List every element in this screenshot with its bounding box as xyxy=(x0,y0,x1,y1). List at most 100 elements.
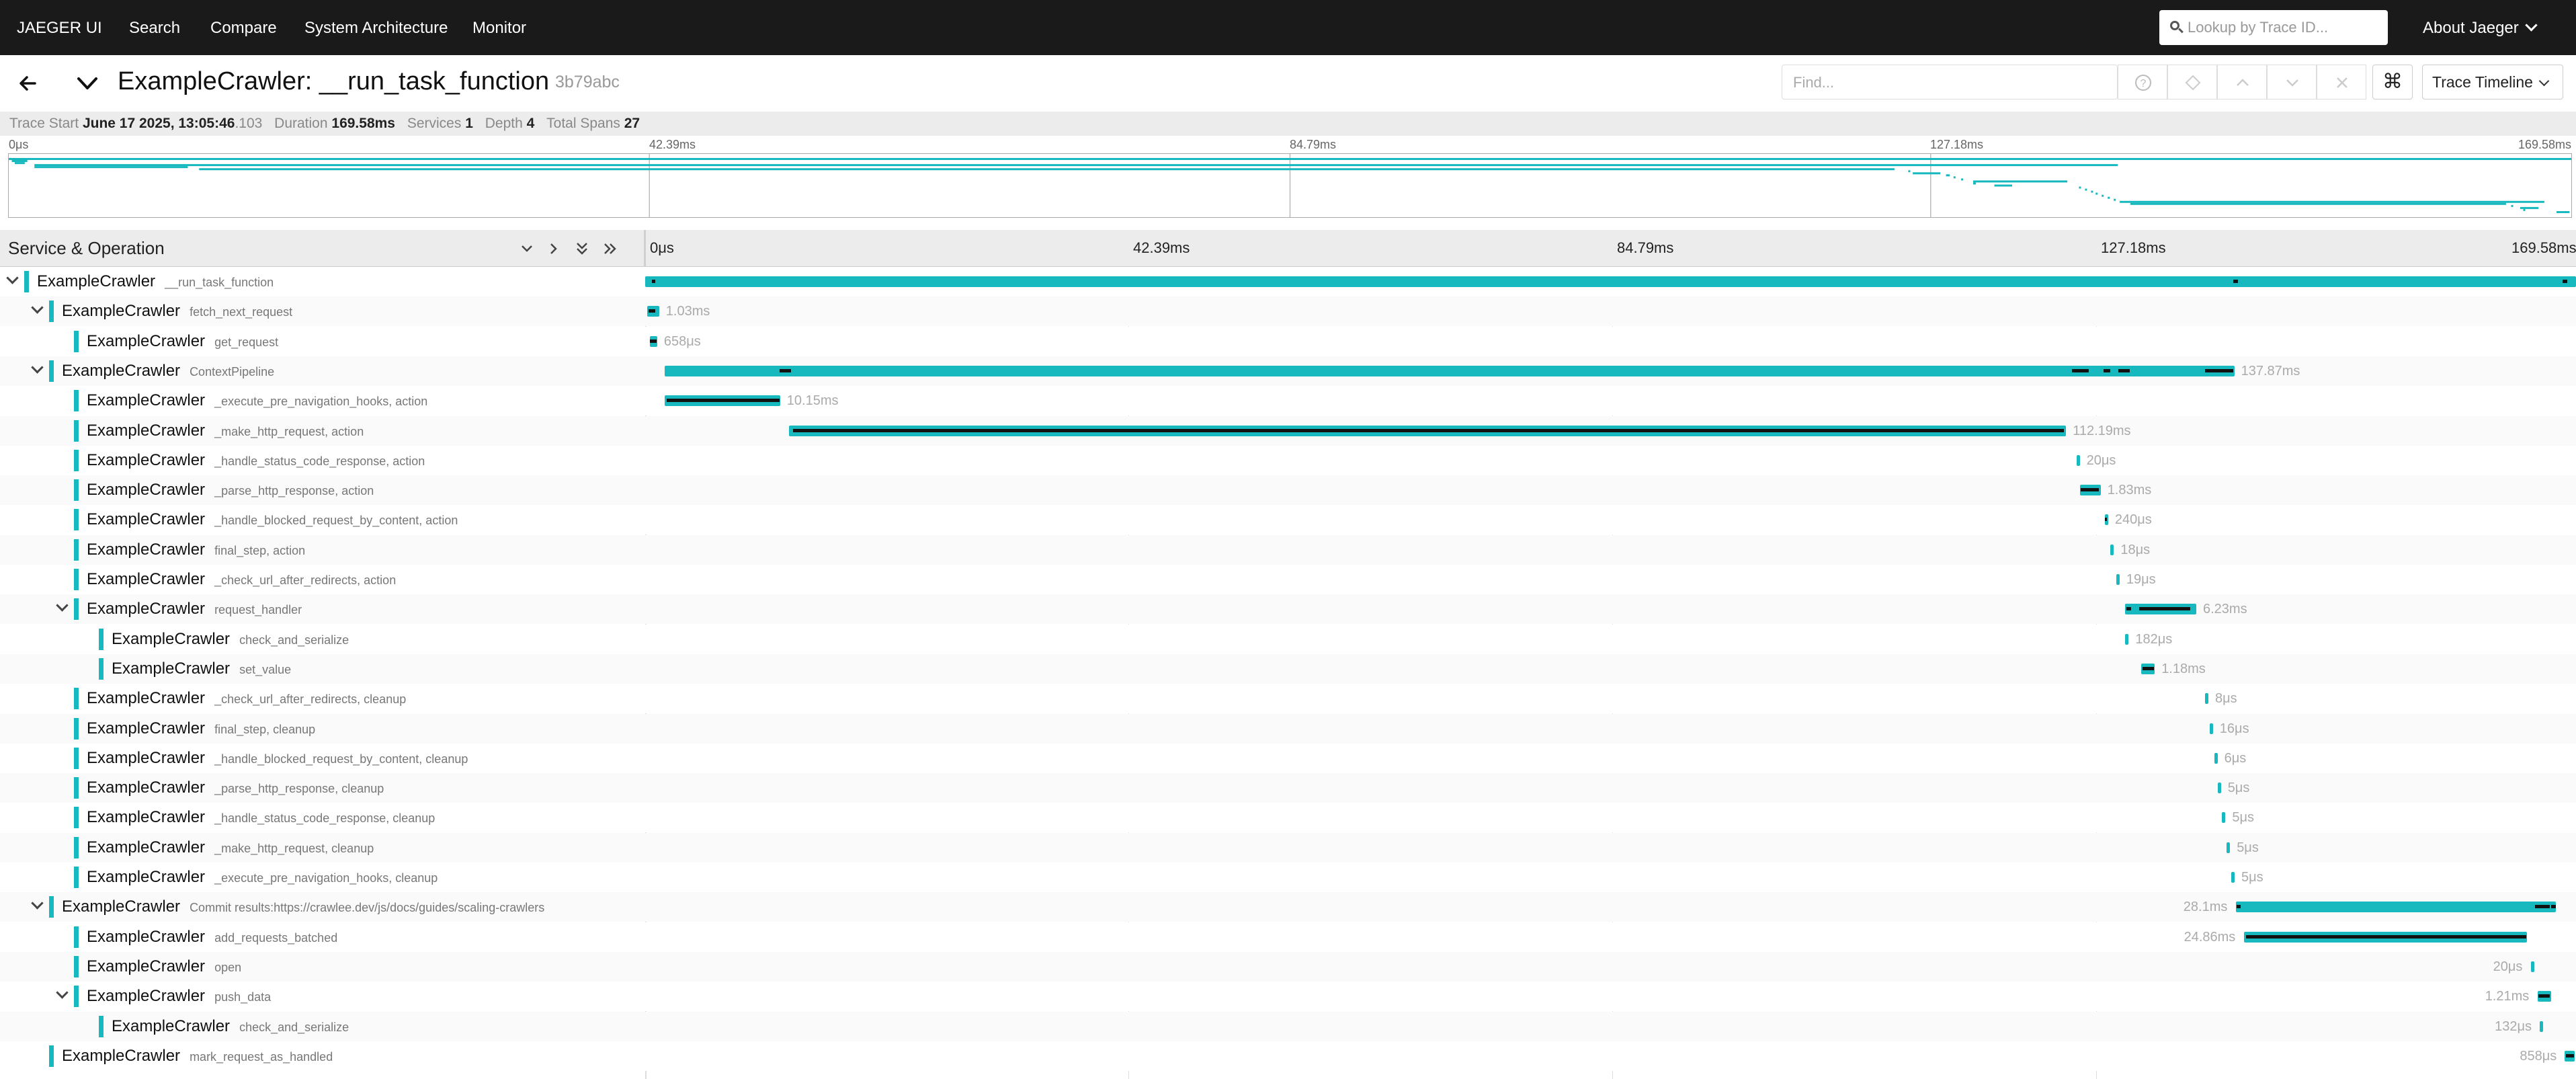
span-name-cell[interactable]: ExampleCrawler add_requests_batched xyxy=(0,922,644,952)
span-row[interactable]: ExampleCrawler fetch_next_request 1.03ms xyxy=(0,296,2576,326)
nav-system-architecture[interactable]: System Architecture xyxy=(304,19,448,38)
span-row[interactable]: ExampleCrawler open 20μs xyxy=(0,952,2576,982)
span-bar[interactable] xyxy=(2076,455,2080,466)
span-row[interactable]: ExampleCrawler _parse_http_response, acti… xyxy=(0,475,2576,505)
next-result-button[interactable] xyxy=(2267,65,2317,99)
span-name-cell[interactable]: ExampleCrawler set_value xyxy=(0,654,644,684)
span-bar[interactable] xyxy=(664,366,2235,376)
span-row[interactable]: ExampleCrawler _handle_blocked_request_by… xyxy=(0,744,2576,773)
expand-toggle-icon[interactable] xyxy=(31,361,44,374)
span-row[interactable]: ExampleCrawler _execute_pre_navigation_ho… xyxy=(0,386,2576,415)
span-name-cell[interactable]: ExampleCrawler Commit results:https://cra… xyxy=(0,892,644,922)
span-name-cell[interactable]: ExampleCrawler _parse_http_response, clea… xyxy=(0,773,644,803)
find-input[interactable] xyxy=(1792,72,2104,93)
about-jaeger-menu[interactable]: About Jaeger xyxy=(2423,19,2538,38)
span-bar[interactable] xyxy=(2235,902,2556,912)
collapse-all-button[interactable] xyxy=(575,242,589,255)
span-row[interactable]: ExampleCrawler mark_request_as_handled 858… xyxy=(0,1041,2576,1071)
span-name-cell[interactable]: ExampleCrawler mark_request_as_handled xyxy=(0,1041,644,1071)
span-name-cell[interactable]: ExampleCrawler _execute_pre_navigation_ho… xyxy=(0,863,644,892)
span-name-cell[interactable]: ExampleCrawler open xyxy=(0,952,644,982)
span-row[interactable]: ExampleCrawler push_data 1.21ms xyxy=(0,982,2576,1011)
span-bar[interactable] xyxy=(2209,723,2213,734)
span-row[interactable]: ExampleCrawler final_step, action 18μs xyxy=(0,535,2576,565)
collapse-one-button[interactable] xyxy=(520,242,534,255)
span-bar[interactable] xyxy=(2079,485,2101,495)
span-bar[interactable] xyxy=(647,306,659,317)
locate-span-button[interactable] xyxy=(2167,65,2217,99)
span-name-cell[interactable]: ExampleCrawler ContextPipeline xyxy=(0,356,644,386)
span-name-cell[interactable]: ExampleCrawler _make_http_request, cleanu… xyxy=(0,833,644,863)
span-row[interactable]: ExampleCrawler request_handler 6.23ms xyxy=(0,594,2576,624)
span-bar[interactable] xyxy=(2565,1051,2575,1062)
span-name-cell[interactable]: ExampleCrawler request_handler xyxy=(0,594,644,624)
expand-toggle-icon[interactable] xyxy=(6,272,19,284)
view-type-select[interactable]: Trace Timeline xyxy=(2422,65,2563,99)
span-name-cell[interactable]: ExampleCrawler _execute_pre_navigation_ho… xyxy=(0,386,644,415)
span-name-cell[interactable]: ExampleCrawler __run_task_function xyxy=(0,267,644,296)
collapse-trace-button[interactable] xyxy=(74,70,101,97)
prev-result-button[interactable] xyxy=(2217,65,2267,99)
nav-monitor[interactable]: Monitor xyxy=(472,19,526,38)
span-bar[interactable] xyxy=(645,276,2576,287)
span-name-cell[interactable]: ExampleCrawler check_and_serialize xyxy=(0,625,644,654)
span-row[interactable]: ExampleCrawler _execute_pre_navigation_ho… xyxy=(0,863,2576,892)
span-row[interactable]: ExampleCrawler _parse_http_response, clea… xyxy=(0,773,2576,803)
span-bar[interactable] xyxy=(2222,812,2226,823)
span-bar[interactable] xyxy=(2231,872,2235,883)
expand-all-button[interactable] xyxy=(604,242,617,255)
span-row[interactable]: ExampleCrawler ContextPipeline 137.87ms xyxy=(0,356,2576,386)
span-bar[interactable] xyxy=(2125,634,2129,645)
span-bar[interactable] xyxy=(2214,753,2218,764)
span-bar[interactable] xyxy=(788,426,2067,436)
span-name-cell[interactable]: ExampleCrawler final_step, cleanup xyxy=(0,714,644,744)
span-row[interactable]: ExampleCrawler _make_http_request, action… xyxy=(0,416,2576,446)
span-name-cell[interactable]: ExampleCrawler get_request xyxy=(0,327,644,356)
span-bar[interactable] xyxy=(2104,514,2108,525)
span-row[interactable]: ExampleCrawler set_value 1.18ms xyxy=(0,654,2576,684)
span-row[interactable]: ExampleCrawler final_step, cleanup 16μs xyxy=(0,714,2576,744)
find-help-button[interactable]: ? xyxy=(2118,65,2167,99)
expand-one-button[interactable] xyxy=(547,242,560,255)
span-bar[interactable] xyxy=(2217,783,2221,793)
span-bar[interactable] xyxy=(2537,991,2552,1002)
span-bar[interactable] xyxy=(649,336,657,347)
span-bar[interactable] xyxy=(2243,932,2527,943)
span-row[interactable]: ExampleCrawler Commit results:https://cra… xyxy=(0,892,2576,922)
span-row[interactable]: ExampleCrawler _check_url_after_redirects… xyxy=(0,684,2576,713)
span-name-cell[interactable]: ExampleCrawler _handle_blocked_request_by… xyxy=(0,505,644,534)
expand-toggle-icon[interactable] xyxy=(56,599,69,612)
span-name-cell[interactable]: ExampleCrawler push_data xyxy=(0,982,644,1011)
nav-search[interactable]: Search xyxy=(129,19,180,38)
trace-minimap[interactable] xyxy=(8,153,2572,218)
span-bar[interactable] xyxy=(2227,842,2231,853)
back-button[interactable] xyxy=(15,70,42,97)
keyboard-shortcuts-button[interactable]: ⌘ xyxy=(2372,65,2413,99)
span-name-cell[interactable]: ExampleCrawler _handle_status_code_respon… xyxy=(0,446,644,475)
span-row[interactable]: ExampleCrawler _handle_status_code_respon… xyxy=(0,803,2576,832)
span-bar[interactable] xyxy=(2205,693,2208,704)
span-row[interactable]: ExampleCrawler _make_http_request, cleanu… xyxy=(0,833,2576,863)
span-name-cell[interactable]: ExampleCrawler check_and_serialize xyxy=(0,1012,644,1041)
expand-toggle-icon[interactable] xyxy=(31,301,44,314)
span-row[interactable]: ExampleCrawler __run_task_function xyxy=(0,267,2576,296)
span-name-cell[interactable]: ExampleCrawler _check_url_after_redirects… xyxy=(0,684,644,713)
span-bar[interactable] xyxy=(664,395,780,406)
span-bar[interactable] xyxy=(2540,1021,2544,1032)
span-name-cell[interactable]: ExampleCrawler final_step, action xyxy=(0,535,644,565)
span-name-cell[interactable]: ExampleCrawler _handle_blocked_request_by… xyxy=(0,744,644,773)
nav-compare[interactable]: Compare xyxy=(210,19,277,38)
span-bar[interactable] xyxy=(2125,604,2196,614)
trace-id-lookup-input[interactable] xyxy=(2186,17,2384,38)
span-row[interactable]: ExampleCrawler _handle_status_code_respon… xyxy=(0,446,2576,475)
span-row[interactable]: ExampleCrawler get_request 658μs xyxy=(0,327,2576,356)
span-name-cell[interactable]: ExampleCrawler _make_http_request, action xyxy=(0,416,644,446)
column-resizer[interactable] xyxy=(644,230,646,266)
brand-link[interactable]: JAEGER UI xyxy=(17,19,102,38)
span-bar[interactable] xyxy=(2116,574,2120,585)
span-row[interactable]: ExampleCrawler _check_url_after_redirects… xyxy=(0,565,2576,594)
expand-toggle-icon[interactable] xyxy=(31,897,44,910)
span-name-cell[interactable]: ExampleCrawler fetch_next_request xyxy=(0,296,644,326)
span-bar[interactable] xyxy=(2110,545,2114,555)
span-row[interactable]: ExampleCrawler _handle_blocked_request_by… xyxy=(0,505,2576,534)
